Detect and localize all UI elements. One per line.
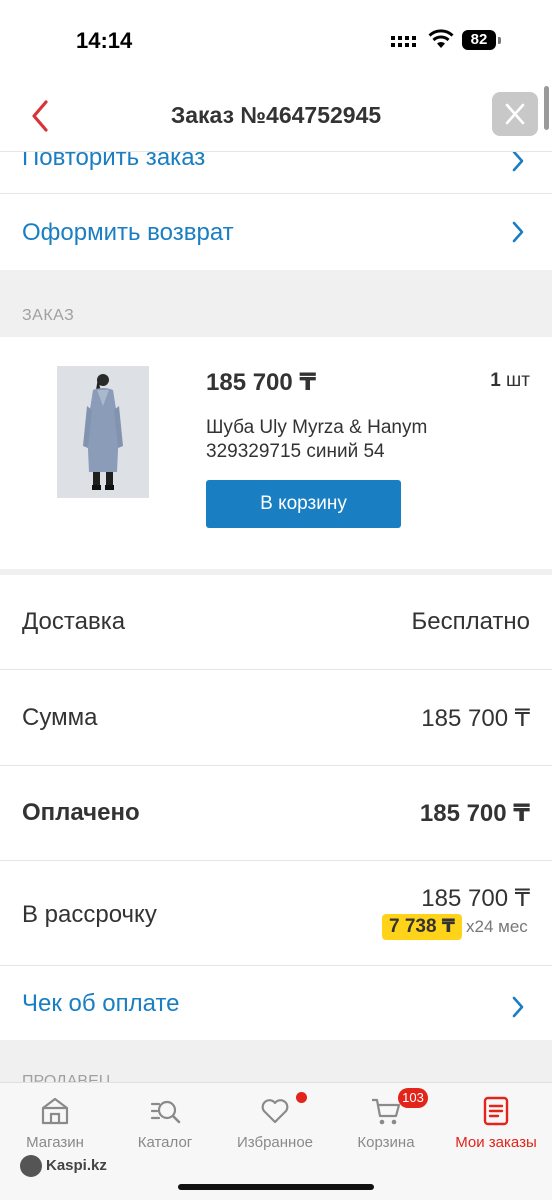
chevron-right-icon (512, 221, 524, 243)
chevron-right-icon (512, 996, 524, 1018)
product-price: 185 700 ₸ (206, 369, 317, 396)
section-divider (0, 270, 552, 337)
product-image[interactable] (57, 366, 149, 498)
return-label: Оформить возврат (22, 219, 234, 246)
kaspi-logo-icon (20, 1155, 42, 1177)
coat-photo (57, 366, 149, 498)
installment-label: В рассрочку (22, 901, 157, 928)
nav-favorites[interactable]: Избранное (220, 1083, 330, 1161)
receipt-row[interactable]: Чек об оплате (0, 966, 552, 1040)
quantity-unit: шт (506, 370, 530, 391)
delivery-label: Доставка (22, 608, 126, 635)
sum-row: Сумма 185 700 ₸ (0, 670, 552, 766)
nav-my-orders[interactable]: Мои заказы (441, 1083, 551, 1161)
bottom-navigation: Магазин Каталог Избранное 103 Корзина Мо… (0, 1082, 552, 1200)
installment-row: В рассрочку 185 700 ₸ 7 738 ₸ х24 мес (0, 861, 552, 966)
heart-icon (261, 1099, 289, 1124)
home-indicator[interactable] (178, 1184, 374, 1190)
nav-label: Мои заказы (455, 1134, 537, 1151)
product-quantity: 1 шт (490, 370, 530, 392)
wifi-icon (428, 29, 454, 48)
status-time: 14:14 (76, 28, 133, 53)
notification-dot (296, 1092, 307, 1103)
installment-monthly-badge: 7 738 ₸ (382, 914, 462, 940)
cellular-signal-icon (391, 36, 416, 47)
orders-icon (483, 1096, 509, 1126)
chevron-right-icon (512, 150, 524, 172)
nav-cart[interactable]: 103 Корзина (331, 1083, 441, 1161)
quantity-value: 1 (490, 370, 501, 391)
paid-label: Оплачено (22, 799, 140, 826)
nav-label: Каталог (137, 1134, 193, 1151)
order-section-label: ЗАКАЗ (22, 307, 75, 324)
cart-count-badge: 103 (398, 1088, 428, 1108)
close-icon (505, 103, 525, 125)
paid-value: 185 700 ₸ (419, 800, 530, 827)
battery-cap (498, 37, 501, 44)
page-header: Заказ №464752945 (0, 80, 552, 152)
product-card: 185 700 ₸ 1 шт Шуба Uly Myrza & Hanym 32… (0, 337, 552, 569)
status-bar: 14:14 82 (0, 0, 552, 80)
catalog-search-icon (150, 1100, 181, 1124)
scrollbar[interactable] (544, 86, 549, 130)
nav-label: Корзина (357, 1134, 415, 1151)
receipt-label: Чек об оплате (22, 990, 180, 1017)
shop-icon (41, 1097, 69, 1125)
installment-term: х24 мес (466, 917, 528, 936)
page-title: Заказ №464752945 (170, 102, 382, 128)
delivery-row: Доставка Бесплатно (0, 575, 552, 670)
brand-name: Kaspi.kz (46, 1157, 107, 1174)
delivery-value: Бесплатно (411, 608, 530, 635)
sum-label: Сумма (22, 704, 98, 731)
sum-value: 185 700 ₸ (421, 705, 530, 732)
return-row[interactable]: Оформить возврат (0, 195, 552, 269)
close-button[interactable] (492, 92, 538, 136)
nav-label: Избранное (236, 1134, 314, 1151)
add-to-cart-button[interactable]: В корзину (206, 480, 401, 528)
battery-level: 82 (462, 30, 496, 50)
paid-row: Оплачено 185 700 ₸ (0, 766, 552, 861)
nav-label: Магазин (26, 1134, 84, 1151)
nav-shop[interactable]: Магазин (0, 1083, 110, 1161)
product-name[interactable]: Шуба Uly Myrza & Hanym 329329715 синий 5… (206, 416, 506, 464)
battery-icon: 82 (462, 30, 502, 50)
installment-total: 185 700 ₸ (421, 885, 530, 912)
nav-catalog[interactable]: Каталог (110, 1083, 220, 1161)
